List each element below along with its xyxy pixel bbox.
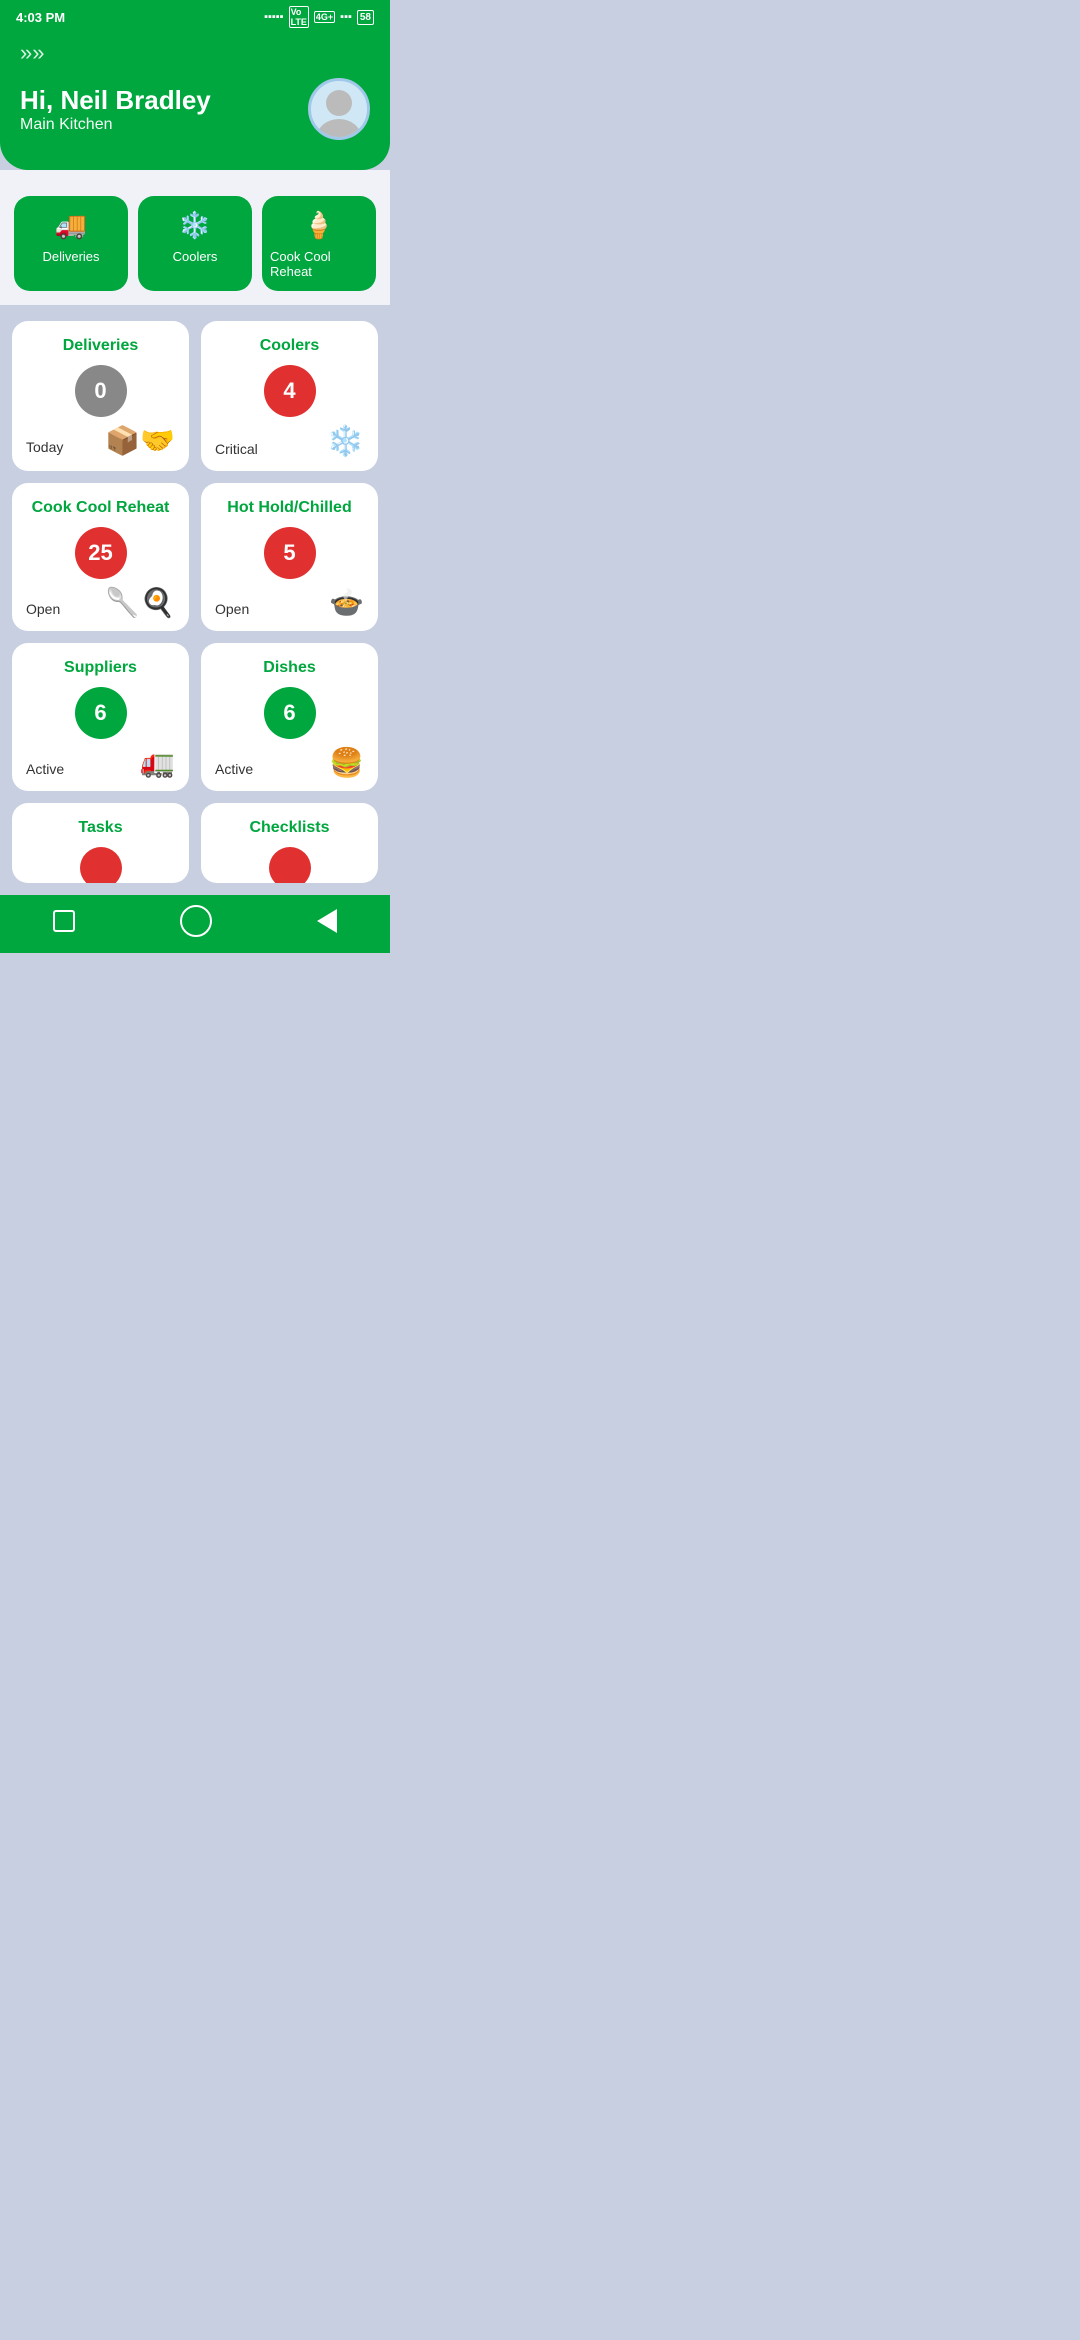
checklists-card[interactable]: Checklists [201,803,378,883]
dishes-footer: Active 🍔 [215,749,364,777]
hot-hold-chilled-card-title: Hot Hold/Chilled [215,499,364,517]
cook-cool-reheat-button[interactable]: 🍦 Cook Cool Reheat [262,196,376,291]
cards-grid: Deliveries 0 Today 📦🤝 Coolers 4 Critical… [0,309,390,803]
deliveries-badge: 0 [75,365,127,417]
header-greeting: Hi, Neil Bradley Main Kitchen [20,85,211,134]
coolers-icon: ❄️ [179,210,211,241]
dishes-badge: 6 [264,687,316,739]
hot-hold-chilled-card[interactable]: Hot Hold/Chilled 5 Open 🍲 [201,483,378,631]
tasks-card[interactable]: Tasks [12,803,189,883]
suppliers-card-title: Suppliers [26,659,175,677]
location-text: Main Kitchen [20,116,211,134]
hot-hold-chilled-badge: 5 [264,527,316,579]
4g-icon: 4G+ [314,11,335,23]
coolers-card-title: Coolers [215,337,364,355]
battery-icon: 58 [357,10,374,25]
dishes-card-title: Dishes [215,659,364,677]
nav-home-button[interactable] [180,905,212,937]
cook-cool-reheat-icon: 🍦 [303,210,335,241]
suppliers-card[interactable]: Suppliers 6 Active 🚛 [12,643,189,791]
coolers-status: Critical [215,441,258,457]
greeting-text: Hi, Neil Bradley [20,85,211,116]
cook-cool-reheat-card[interactable]: Cook Cool Reheat 25 Open 🥄🍳 [12,483,189,631]
checklists-badge [269,847,311,883]
avatar[interactable] [308,78,370,140]
tasks-badge [80,847,122,883]
hot-hold-chilled-status: Open [215,601,249,617]
volte-icon: VoLTE [289,6,309,28]
suppliers-badge: 6 [75,687,127,739]
header-arrows: »» [20,40,370,66]
status-time: 4:03 PM [16,10,65,25]
coolers-badge: 4 [264,365,316,417]
partial-cards: Tasks Checklists [0,803,390,895]
checklists-card-title: Checklists [215,819,364,837]
bottom-nav [0,895,390,953]
dishes-emoji: 🍔 [329,749,364,777]
header-row: Hi, Neil Bradley Main Kitchen [20,78,370,140]
cook-cool-reheat-badge: 25 [75,527,127,579]
status-bar: 4:03 PM ▪▪▪▪▪ VoLTE 4G+ ▪▪▪ 58 [0,0,390,32]
coolers-emoji: ❄️ [327,427,364,457]
suppliers-emoji: 🚛 [140,749,175,777]
deliveries-status: Today [26,439,63,455]
cook-cool-reheat-card-title: Cook Cool Reheat [26,499,175,517]
deliveries-card-title: Deliveries [26,337,175,355]
signal2-icon: ▪▪▪ [340,11,352,23]
deliveries-card[interactable]: Deliveries 0 Today 📦🤝 [12,321,189,471]
header: »» Hi, Neil Bradley Main Kitchen [0,32,390,170]
signal-icon: ▪▪▪▪▪ [264,11,284,23]
deliveries-button[interactable]: 🚚 Deliveries [14,196,128,291]
suppliers-status: Active [26,761,64,777]
tasks-card-title: Tasks [26,819,175,837]
nav-back-button[interactable] [317,909,337,933]
nav-stop-button[interactable] [53,910,75,932]
hot-hold-chilled-footer: Open 🍲 [215,589,364,617]
deliveries-footer: Today 📦🤝 [26,427,175,455]
dishes-card[interactable]: Dishes 6 Active 🍔 [201,643,378,791]
hot-hold-chilled-emoji: 🍲 [329,589,364,617]
dishes-status: Active [215,761,253,777]
deliveries-emoji: 📦🤝 [105,427,175,455]
suppliers-footer: Active 🚛 [26,749,175,777]
deliveries-label: Deliveries [42,249,99,264]
cook-cool-reheat-status: Open [26,601,60,617]
coolers-card[interactable]: Coolers 4 Critical ❄️ [201,321,378,471]
quick-actions: 🚚 Deliveries ❄️ Coolers 🍦 Cook Cool Rehe… [0,176,390,305]
coolers-footer: Critical ❄️ [215,427,364,457]
cook-cool-reheat-footer: Open 🥄🍳 [26,589,175,617]
deliveries-icon: 🚚 [55,210,87,241]
cook-cool-reheat-label: Cook Cool Reheat [270,249,368,279]
coolers-label: Coolers [173,249,218,264]
cook-cool-reheat-emoji: 🥄🍳 [105,589,175,617]
coolers-button[interactable]: ❄️ Coolers [138,196,252,291]
status-icons: ▪▪▪▪▪ VoLTE 4G+ ▪▪▪ 58 [264,6,374,28]
